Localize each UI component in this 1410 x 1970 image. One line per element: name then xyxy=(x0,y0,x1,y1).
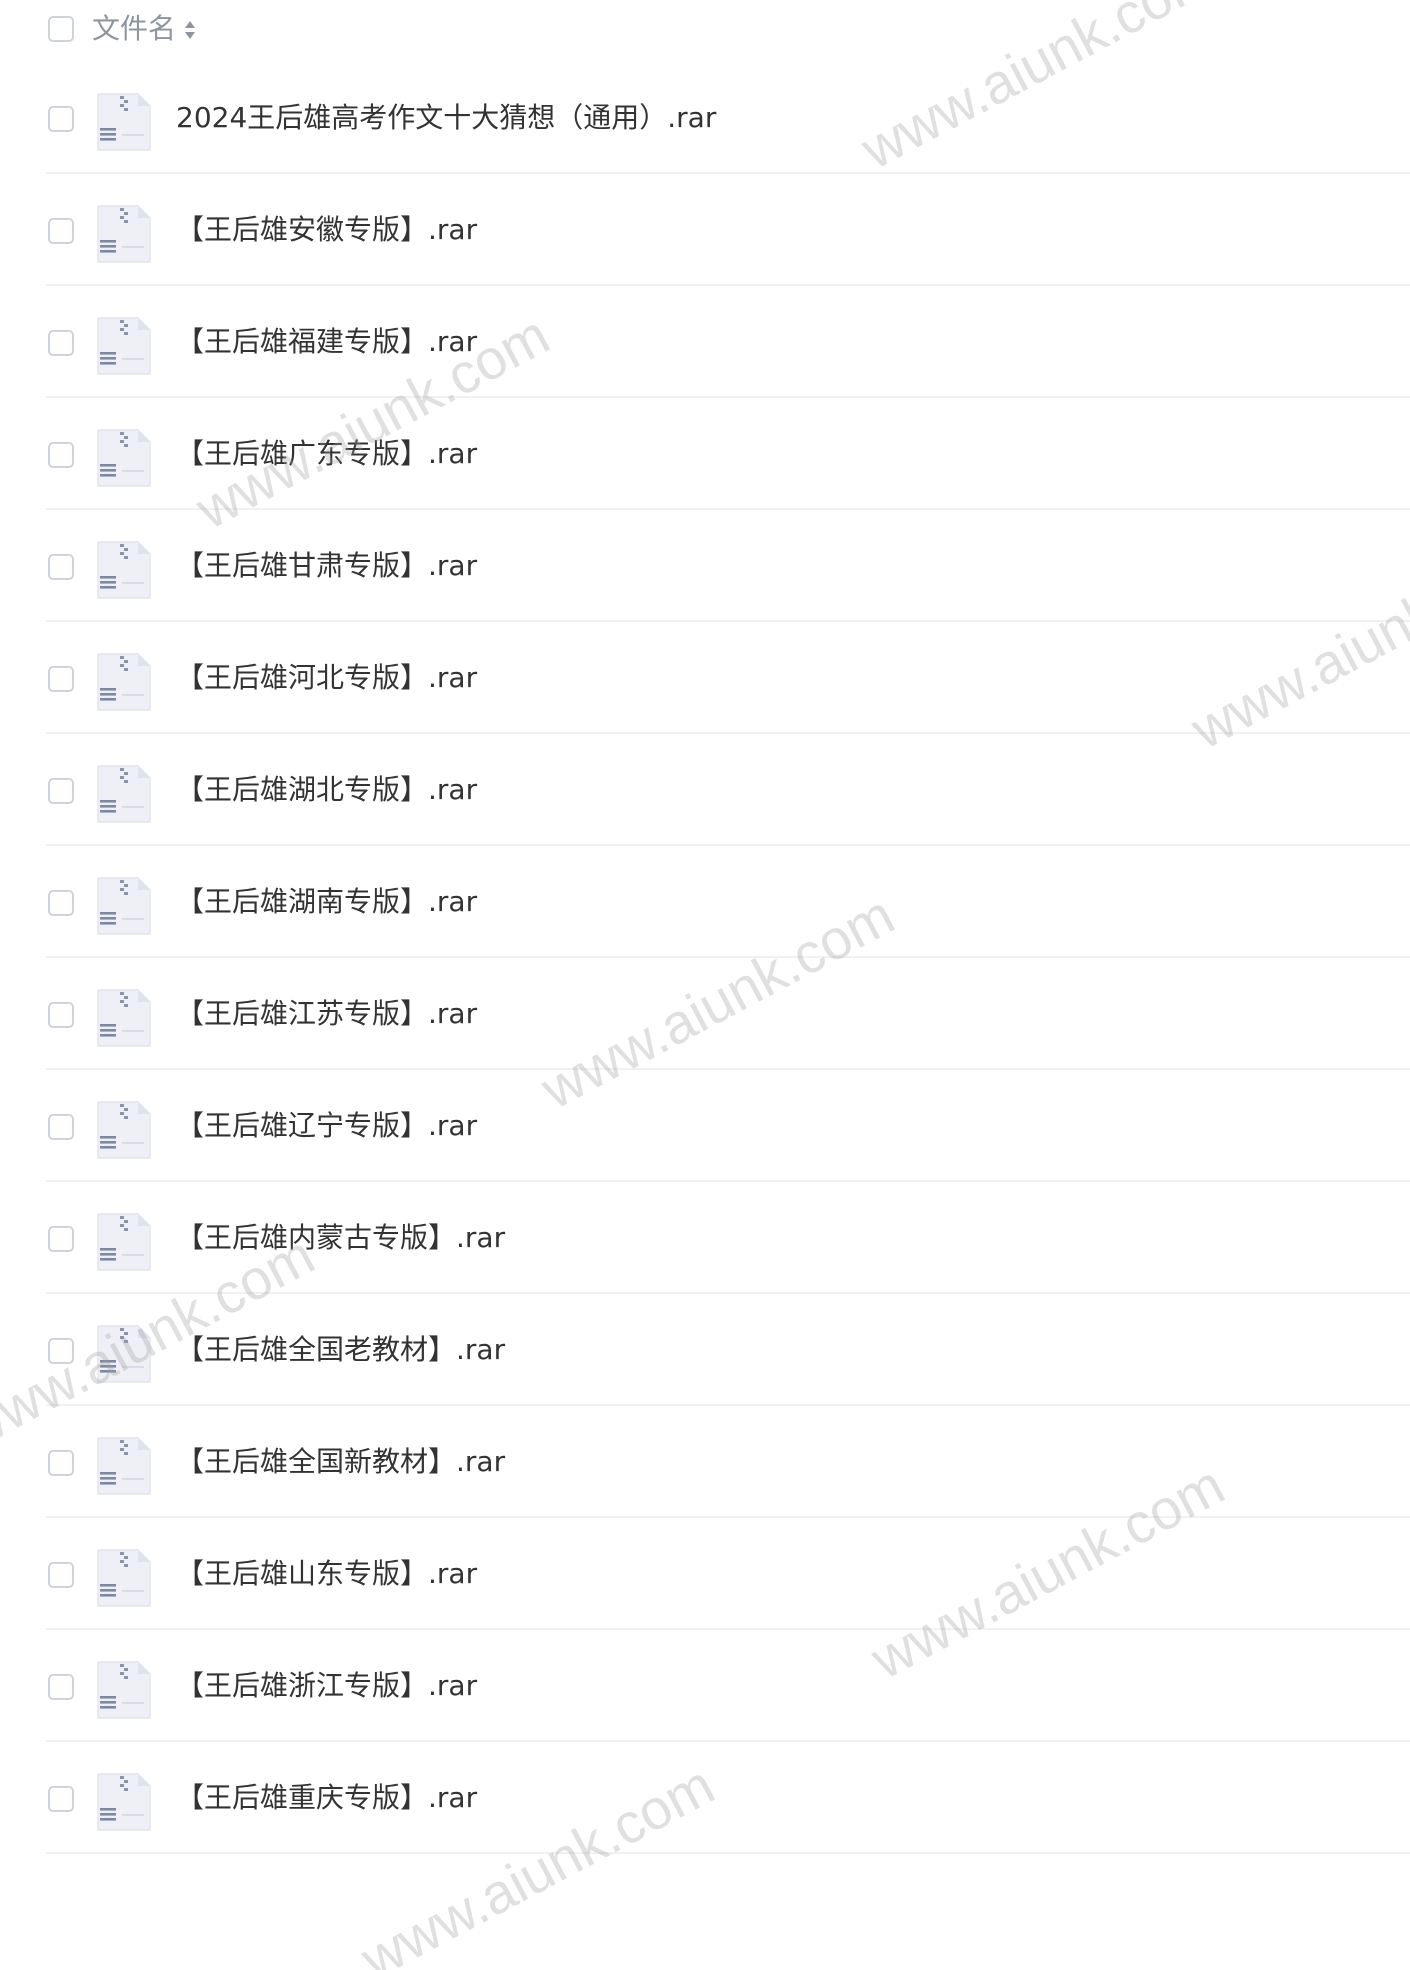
file-row[interactable]: 【王后雄全国新教材】.rar xyxy=(0,1406,1410,1518)
file-name[interactable]: 【王后雄全国新教材】.rar xyxy=(176,1444,505,1480)
file-row[interactable]: 【王后雄浙江专版】.rar xyxy=(0,1630,1410,1742)
file-row[interactable]: 【王后雄湖北专版】.rar xyxy=(0,734,1410,846)
file-row[interactable]: 【王后雄湖南专版】.rar xyxy=(0,846,1410,958)
archive-file-icon[interactable] xyxy=(92,1210,156,1274)
file-row[interactable]: 【王后雄内蒙古专版】.rar xyxy=(0,1182,1410,1294)
file-row[interactable]: 【王后雄安徽专版】.rar xyxy=(0,174,1410,286)
archive-file-icon[interactable] xyxy=(92,426,156,490)
file-name[interactable]: 【王后雄山东专版】.rar xyxy=(176,1556,477,1592)
file-row[interactable]: 2024王后雄高考作文十大猜想（通用）.rar xyxy=(0,62,1410,174)
file-select-checkbox[interactable] xyxy=(48,778,74,804)
archive-file-icon[interactable] xyxy=(92,1098,156,1162)
file-name[interactable]: 2024王后雄高考作文十大猜想（通用）.rar xyxy=(176,100,716,136)
file-name[interactable]: 【王后雄全国老教材】.rar xyxy=(176,1332,505,1368)
row-divider xyxy=(46,1852,1410,1854)
file-name[interactable]: 【王后雄重庆专版】.rar xyxy=(176,1780,477,1816)
archive-file-icon[interactable] xyxy=(92,90,156,154)
file-select-checkbox[interactable] xyxy=(48,1786,74,1812)
file-list-page: 文件名 2024王后雄高考作文十大猜想（通用）.rar 【王后雄安徽专版】.rar… xyxy=(0,0,1410,1970)
file-name[interactable]: 【王后雄安徽专版】.rar xyxy=(176,212,477,248)
file-row[interactable]: 【王后雄山东专版】.rar xyxy=(0,1518,1410,1630)
file-select-checkbox[interactable] xyxy=(48,1226,74,1252)
archive-file-icon[interactable] xyxy=(92,538,156,602)
select-all-checkbox[interactable] xyxy=(48,16,74,42)
archive-file-icon[interactable] xyxy=(92,650,156,714)
archive-file-icon[interactable] xyxy=(92,1434,156,1498)
archive-file-icon[interactable] xyxy=(92,1322,156,1386)
file-row[interactable]: 【王后雄河北专版】.rar xyxy=(0,622,1410,734)
file-name[interactable]: 【王后雄甘肃专版】.rar xyxy=(176,548,477,584)
file-select-checkbox[interactable] xyxy=(48,106,74,132)
archive-file-icon[interactable] xyxy=(92,1546,156,1610)
column-header-filename[interactable]: 文件名 xyxy=(92,11,176,47)
file-name[interactable]: 【王后雄河北专版】.rar xyxy=(176,660,477,696)
file-select-checkbox[interactable] xyxy=(48,1562,74,1588)
archive-file-icon[interactable] xyxy=(92,202,156,266)
archive-file-icon[interactable] xyxy=(92,874,156,938)
file-row[interactable]: 【王后雄全国老教材】.rar xyxy=(0,1294,1410,1406)
file-name[interactable]: 【王后雄福建专版】.rar xyxy=(176,324,477,360)
archive-file-icon[interactable] xyxy=(92,1658,156,1722)
file-row[interactable]: 【王后雄甘肃专版】.rar xyxy=(0,510,1410,622)
file-name[interactable]: 【王后雄浙江专版】.rar xyxy=(176,1668,477,1704)
file-name[interactable]: 【王后雄辽宁专版】.rar xyxy=(176,1108,477,1144)
file-name[interactable]: 【王后雄湖南专版】.rar xyxy=(176,884,477,920)
archive-file-icon[interactable] xyxy=(92,314,156,378)
archive-file-icon[interactable] xyxy=(92,762,156,826)
file-select-checkbox[interactable] xyxy=(48,1450,74,1476)
file-select-checkbox[interactable] xyxy=(48,666,74,692)
file-select-checkbox[interactable] xyxy=(48,1674,74,1700)
archive-file-icon[interactable] xyxy=(92,1770,156,1834)
sort-icon[interactable] xyxy=(183,18,197,42)
file-name[interactable]: 【王后雄江苏专版】.rar xyxy=(176,996,477,1032)
file-row[interactable]: 【王后雄辽宁专版】.rar xyxy=(0,1070,1410,1182)
archive-file-icon[interactable] xyxy=(92,986,156,1050)
file-select-checkbox[interactable] xyxy=(48,330,74,356)
file-select-checkbox[interactable] xyxy=(48,1002,74,1028)
file-list: 2024王后雄高考作文十大猜想（通用）.rar 【王后雄安徽专版】.rar 【王后雄… xyxy=(0,62,1410,1854)
file-row[interactable]: 【王后雄重庆专版】.rar xyxy=(0,1742,1410,1854)
file-row[interactable]: 【王后雄福建专版】.rar xyxy=(0,286,1410,398)
file-list-header: 文件名 xyxy=(0,0,1410,62)
file-row[interactable]: 【王后雄江苏专版】.rar xyxy=(0,958,1410,1070)
file-select-checkbox[interactable] xyxy=(48,1114,74,1140)
file-select-checkbox[interactable] xyxy=(48,1338,74,1364)
file-name[interactable]: 【王后雄广东专版】.rar xyxy=(176,436,477,472)
file-name[interactable]: 【王后雄湖北专版】.rar xyxy=(176,772,477,808)
file-select-checkbox[interactable] xyxy=(48,442,74,468)
file-select-checkbox[interactable] xyxy=(48,218,74,244)
file-row[interactable]: 【王后雄广东专版】.rar xyxy=(0,398,1410,510)
file-name[interactable]: 【王后雄内蒙古专版】.rar xyxy=(176,1220,505,1256)
file-select-checkbox[interactable] xyxy=(48,890,74,916)
file-select-checkbox[interactable] xyxy=(48,554,74,580)
